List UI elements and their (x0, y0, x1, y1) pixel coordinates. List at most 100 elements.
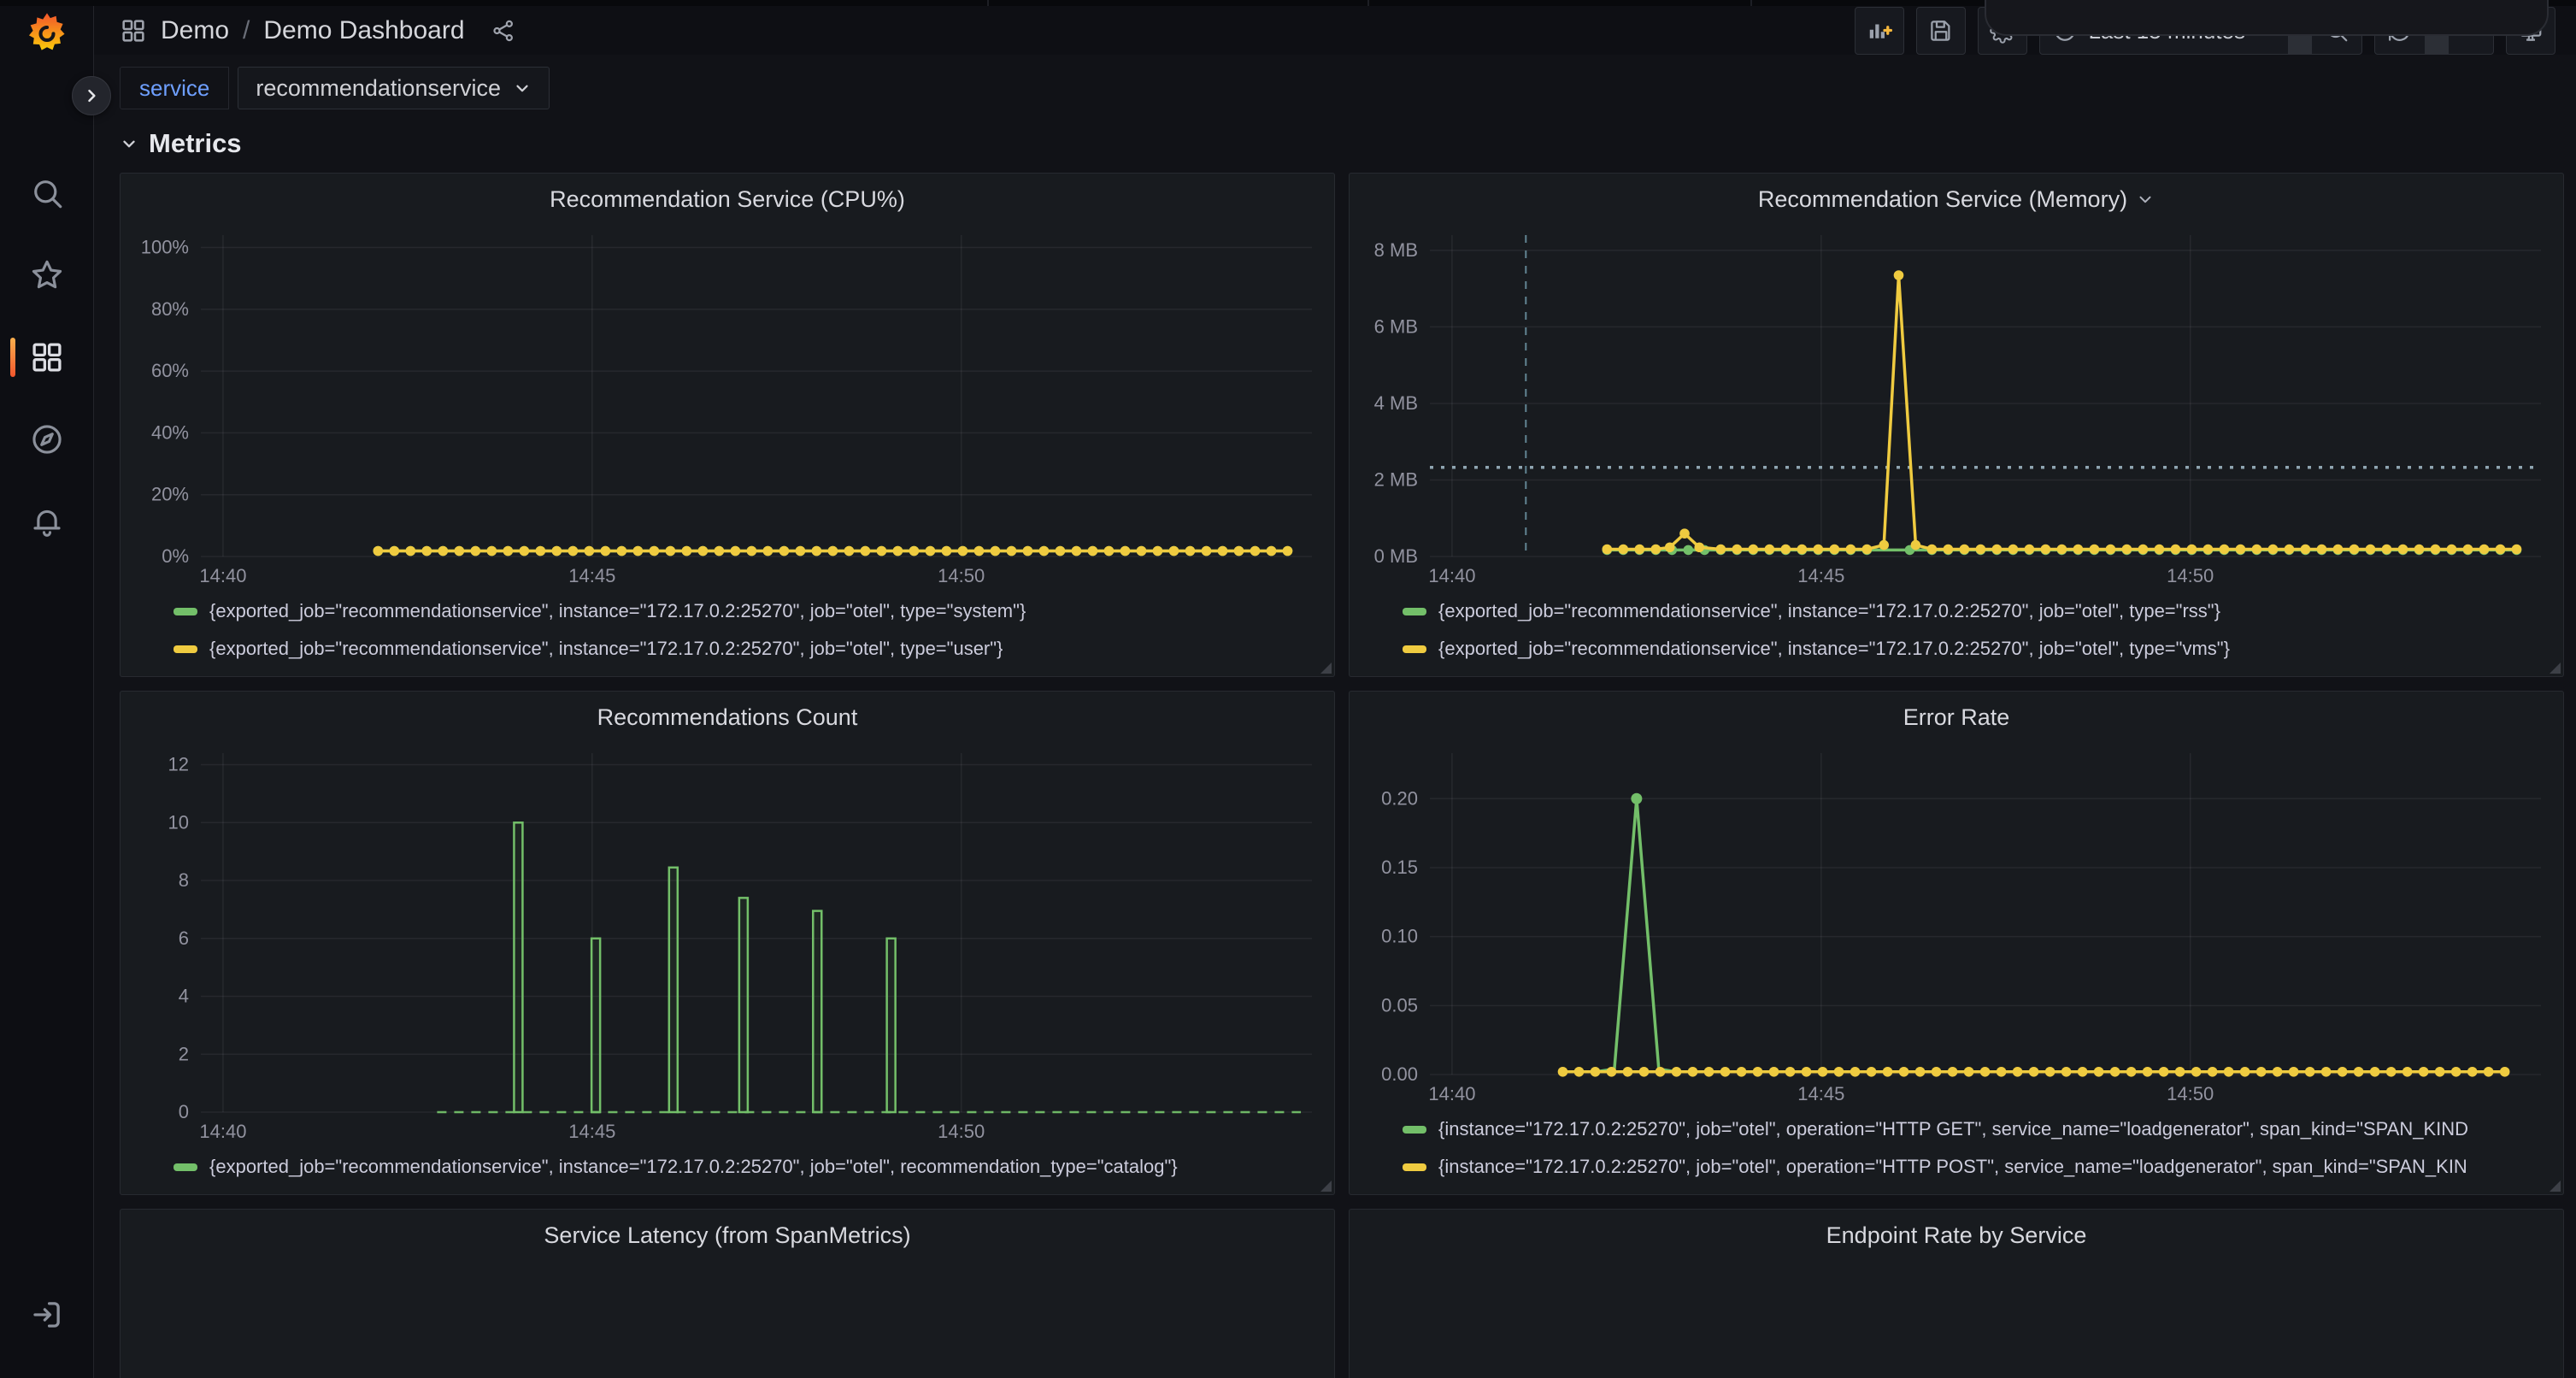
svg-text:0 MB: 0 MB (1374, 545, 1418, 567)
sidebar-item-explore[interactable] (0, 398, 93, 480)
legend-series-label: {exported_job="recommendationservice", i… (1438, 638, 2230, 660)
variable-value-dropdown[interactable]: recommendationservice (238, 67, 550, 109)
panel-title-menu[interactable]: Error Rate (1360, 695, 2553, 739)
panel-latency: Service Latency (from SpanMetrics) (120, 1209, 1335, 1378)
legend-series-swatch (1403, 1126, 1426, 1134)
legend-item[interactable]: {exported_job="recommendationservice", i… (1403, 592, 2553, 630)
legend-series-label: {instance="172.17.0.2:25270", job="otel"… (1438, 1156, 2467, 1178)
legend-series-label: {exported_job="recommendationservice", i… (1438, 600, 2220, 622)
chart-area: 14:4014:4514:500.000.050.100.150.20 (1360, 739, 2553, 1109)
breadcrumb: Demo / Demo Dashboard (120, 16, 516, 45)
svg-text:8 MB: 8 MB (1374, 239, 1418, 261)
chevron-down-icon (120, 134, 138, 153)
legend-series-label: {exported_job="recommendationservice", i… (209, 600, 1026, 622)
breadcrumb-section[interactable]: Demo (161, 16, 229, 45)
breadcrumb-separator: / (243, 16, 250, 45)
search-icon (29, 175, 65, 211)
svg-text:40%: 40% (151, 421, 189, 443)
panel-title-menu[interactable]: Recommendation Service (Memory) (1360, 177, 2553, 221)
sidebar-menu (0, 152, 93, 562)
panel-endpoint-rate: Endpoint Rate by Service (1349, 1209, 2564, 1378)
sidebar-item-dashboards[interactable] (0, 316, 93, 398)
svg-text:14:50: 14:50 (2167, 1083, 2214, 1104)
svg-text:0.20: 0.20 (1381, 787, 1418, 809)
panel-memory: Recommendation Service (Memory)14:4014:4… (1349, 173, 2564, 677)
svg-text:14:40: 14:40 (199, 1121, 246, 1142)
legend-item[interactable]: {exported_job="recommendationservice", i… (173, 592, 1324, 630)
svg-text:80%: 80% (151, 298, 189, 320)
svg-text:2: 2 (179, 1043, 189, 1064)
sidebar-item-starred[interactable] (0, 234, 93, 316)
share-button[interactable] (491, 18, 516, 44)
apps-grid-icon (120, 17, 147, 44)
svg-text:14:45: 14:45 (568, 565, 615, 586)
svg-text:100%: 100% (141, 236, 189, 257)
share-icon (491, 18, 516, 44)
breadcrumb-dashboard-name[interactable]: Demo Dashboard (263, 16, 464, 45)
legend-item[interactable]: {instance="172.17.0.2:25270", job="otel"… (1403, 1110, 2553, 1148)
panel-title: Service Latency (from SpanMetrics) (544, 1222, 910, 1249)
legend-item[interactable]: {instance="172.17.0.2:25270", job="otel"… (1403, 1148, 2553, 1186)
time-series-chart[interactable]: 14:4014:4514:500%20%40%60%80%100% (131, 221, 1324, 591)
legend-item[interactable]: {exported_job="recommendationservice", i… (1403, 630, 2553, 668)
sidebar-expand-toggle[interactable] (72, 76, 111, 115)
legend-series-swatch (1403, 645, 1426, 653)
panel-count: Recommendations Count14:4014:4514:500246… (120, 691, 1335, 1195)
svg-text:10: 10 (168, 811, 189, 833)
panel-title: Recommendation Service (Memory) (1758, 186, 2127, 213)
save-dashboard-button[interactable] (1916, 7, 1966, 55)
svg-text:2 MB: 2 MB (1374, 468, 1418, 490)
panel-title-menu[interactable]: Recommendations Count (131, 695, 1324, 739)
row-header-metrics[interactable]: Metrics (94, 109, 2576, 173)
legend-item[interactable]: {exported_job="recommendationservice", i… (173, 630, 1324, 668)
browser-overlay-pill (1985, 0, 2549, 36)
chart-area: 14:4014:4514:50024681012 (131, 739, 1324, 1146)
panel-legend: {exported_job="recommendationservice", i… (1360, 591, 2553, 669)
svg-text:0%: 0% (162, 545, 189, 567)
legend-series-label: {exported_job="recommendationservice", i… (209, 1156, 1178, 1178)
panel-resize-handle[interactable] (2550, 662, 2561, 674)
sidebar-item-alerting[interactable] (0, 480, 93, 562)
chevron-right-icon (83, 87, 100, 104)
panel-resize-handle[interactable] (1320, 662, 1332, 674)
chevron-down-icon (513, 79, 532, 97)
svg-text:4 MB: 4 MB (1374, 392, 1418, 414)
panel-resize-handle[interactable] (1320, 1181, 1332, 1192)
bell-icon (29, 504, 65, 539)
active-section-indicator (10, 338, 15, 377)
chart-area: 14:4014:4514:500%20%40%60%80%100% (131, 221, 1324, 591)
svg-text:0.15: 0.15 (1381, 857, 1418, 878)
sidebar (0, 0, 94, 1378)
save-icon (1928, 18, 1954, 44)
sidebar-item-sign-in[interactable] (0, 1274, 93, 1356)
compass-icon (29, 421, 65, 457)
svg-text:14:40: 14:40 (1428, 565, 1475, 586)
main-content: Demo / Demo Dashboard (94, 0, 2576, 1378)
time-series-chart[interactable]: 14:4014:4514:500.000.050.100.150.20 (1360, 739, 2553, 1109)
panel-title-menu[interactable]: Service Latency (from SpanMetrics) (131, 1213, 1324, 1257)
svg-text:6 MB: 6 MB (1374, 315, 1418, 337)
chevron-down-icon (2136, 190, 2155, 209)
legend-series-label: {instance="172.17.0.2:25270", job="otel"… (1438, 1118, 2468, 1140)
time-series-chart[interactable]: 14:4014:4514:50024681012 (131, 739, 1324, 1146)
browser-tab-separator (1750, 0, 1752, 6)
svg-text:14:45: 14:45 (1797, 1083, 1844, 1104)
grafana-logo[interactable] (22, 9, 72, 58)
panel-title: Error Rate (1903, 704, 2010, 731)
panel-title-menu[interactable]: Recommendation Service (CPU%) (131, 177, 1324, 221)
svg-text:0: 0 (179, 1101, 189, 1122)
svg-text:14:45: 14:45 (1797, 565, 1844, 586)
legend-item[interactable]: {exported_job="recommendationservice", i… (173, 1148, 1324, 1186)
time-series-chart[interactable]: 14:40 14:45 14:50 0 MB 2 MB 4 MB 6 MB 8 MB (1360, 221, 2553, 591)
svg-text:14:50: 14:50 (2167, 565, 2214, 586)
legend-series-swatch (173, 1163, 197, 1171)
sidebar-item-search[interactable] (0, 152, 93, 234)
variable-label[interactable]: service (120, 67, 229, 109)
panel-title-menu[interactable]: Endpoint Rate by Service (1360, 1213, 2553, 1257)
svg-text:14:40: 14:40 (199, 565, 246, 586)
panel-legend: {exported_job="recommendationservice", i… (131, 1146, 1324, 1187)
legend-series-swatch (173, 608, 197, 615)
add-panel-button[interactable] (1855, 7, 1904, 55)
panel-resize-handle[interactable] (2550, 1181, 2561, 1192)
svg-text:14:45: 14:45 (568, 1121, 615, 1142)
